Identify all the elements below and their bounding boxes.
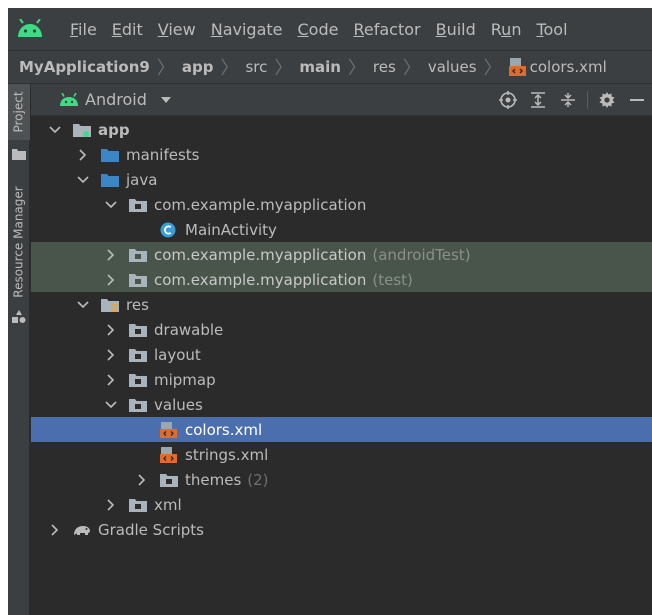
menu-bar: File Edit View Navigate Code Refactor Bu…	[8, 8, 652, 50]
chevron-down-icon[interactable]	[76, 173, 90, 187]
tree-node-drawable[interactable]: drawable	[31, 317, 652, 342]
chevron-down-icon[interactable]	[76, 298, 90, 312]
tree-node-strings-xml[interactable]: strings.xml	[31, 442, 652, 467]
locate-icon	[499, 91, 517, 109]
tool-window-strip: Project Resource Manager	[8, 84, 30, 615]
chevron-down-icon	[160, 96, 171, 103]
hide-icon	[630, 99, 644, 101]
source-folder-icon	[101, 173, 119, 187]
chevron-right-icon[interactable]	[104, 323, 118, 337]
chevron-right-icon[interactable]	[104, 273, 118, 287]
tree-node-manifests[interactable]: manifests	[31, 142, 652, 167]
breadcrumb-project[interactable]: MyApplication9	[19, 58, 150, 76]
package-icon	[129, 198, 147, 212]
breadcrumb-src[interactable]: src	[245, 58, 267, 76]
menu-navigate[interactable]: Navigate	[211, 20, 283, 39]
folder-icon	[101, 148, 119, 162]
breadcrumb-separator: 〉	[347, 58, 366, 79]
tree-node-res[interactable]: res	[31, 292, 652, 317]
folder-icon	[129, 398, 147, 412]
resource-manager-icon	[12, 310, 26, 323]
module-folder-icon	[73, 123, 91, 137]
breadcrumb-res[interactable]: res	[373, 58, 396, 76]
folder-icon	[129, 323, 147, 337]
collapse-all-icon	[561, 93, 575, 107]
xml-file-icon	[160, 421, 177, 438]
project-tool-tab[interactable]: Project	[8, 84, 30, 140]
breadcrumb-separator: 〉	[274, 58, 293, 79]
expand-all-icon	[531, 92, 545, 108]
project-tool-header: Android	[31, 84, 652, 116]
menu-view[interactable]: View	[158, 20, 196, 39]
folder-icon	[129, 498, 147, 512]
package-icon	[129, 248, 147, 262]
locate-button[interactable]	[493, 84, 523, 116]
chevron-right-icon[interactable]	[104, 498, 118, 512]
project-tool-window: Android app manifests java com.example.m…	[31, 84, 652, 615]
collapse-all-button[interactable]	[553, 84, 583, 116]
android-logo-icon	[18, 19, 42, 37]
tree-node-app[interactable]: app	[31, 117, 652, 142]
tool-header-actions	[493, 84, 652, 116]
breadcrumb-values[interactable]: values	[428, 58, 477, 76]
settings-gear-icon	[599, 92, 615, 108]
chevron-right-icon[interactable]	[135, 473, 149, 487]
expand-all-button[interactable]	[523, 84, 553, 116]
chevron-down-icon[interactable]	[104, 198, 118, 212]
chevron-right-icon[interactable]	[104, 248, 118, 262]
chevron-right-icon[interactable]	[76, 148, 90, 162]
folder-icon	[12, 149, 26, 160]
gradle-elephant-icon	[74, 525, 90, 535]
chevron-down-icon[interactable]	[104, 398, 118, 412]
tree-node-xml[interactable]: xml	[31, 492, 652, 517]
chevron-right-icon[interactable]	[104, 348, 118, 362]
xml-file-icon	[508, 58, 526, 76]
breadcrumb-separator: 〉	[483, 58, 502, 79]
tree-node-java[interactable]: java	[31, 167, 652, 192]
tree-node-package-main[interactable]: com.example.myapplication	[31, 192, 652, 217]
breadcrumb-separator: 〉	[402, 58, 421, 79]
toolbar-separator	[587, 91, 588, 109]
breadcrumb-separator: 〉	[156, 58, 175, 79]
breadcrumb-file[interactable]: colors.xml	[530, 58, 607, 76]
class-icon	[160, 222, 176, 237]
package-icon	[129, 273, 147, 287]
chevron-right-icon[interactable]	[48, 523, 62, 537]
menu-code[interactable]: Code	[298, 20, 339, 39]
tree-node-gradle-scripts[interactable]: Gradle Scripts	[31, 517, 652, 542]
tree-node-themes[interactable]: themes (2)	[31, 467, 652, 492]
chevron-down-icon[interactable]	[48, 123, 62, 137]
resource-folder-icon	[101, 298, 119, 312]
android-icon	[60, 93, 78, 106]
android-studio-window: File Edit View Navigate Code Refactor Bu…	[8, 8, 652, 615]
tree-node-layout[interactable]: layout	[31, 342, 652, 367]
hide-button[interactable]	[622, 84, 652, 116]
menu-run[interactable]: Run	[491, 20, 522, 39]
xml-file-icon	[160, 446, 177, 463]
tree-node-package-android-test[interactable]: com.example.myapplication (androidTest)	[31, 242, 652, 267]
folder-icon	[129, 373, 147, 387]
chevron-right-icon[interactable]	[104, 373, 118, 387]
menu-edit[interactable]: Edit	[112, 20, 143, 39]
breadcrumb-app[interactable]: app	[182, 58, 214, 76]
menu-refactor[interactable]: Refactor	[353, 20, 420, 39]
tree-node-main-activity[interactable]: MainActivity	[31, 217, 652, 242]
breadcrumb: MyApplication9 〉 app 〉 src 〉 main 〉 res …	[8, 50, 652, 84]
resource-manager-tool-tab[interactable]: Resource Manager	[8, 180, 30, 304]
breadcrumb-separator: 〉	[220, 58, 239, 79]
folder-icon	[160, 473, 178, 487]
tree-node-colors-xml[interactable]: colors.xml	[31, 417, 652, 442]
settings-button[interactable]	[592, 84, 622, 116]
menu-build[interactable]: Build	[436, 20, 476, 39]
tree-node-values[interactable]: values	[31, 392, 652, 417]
tree-node-package-test[interactable]: com.example.myapplication (test)	[31, 267, 652, 292]
breadcrumb-main[interactable]: main	[299, 58, 341, 76]
tree-node-mipmap[interactable]: mipmap	[31, 367, 652, 392]
menu-tools[interactable]: Tool	[536, 20, 567, 39]
folder-icon	[129, 348, 147, 362]
view-mode-selector[interactable]: Android	[59, 90, 177, 109]
menu-file[interactable]: File	[70, 20, 97, 39]
